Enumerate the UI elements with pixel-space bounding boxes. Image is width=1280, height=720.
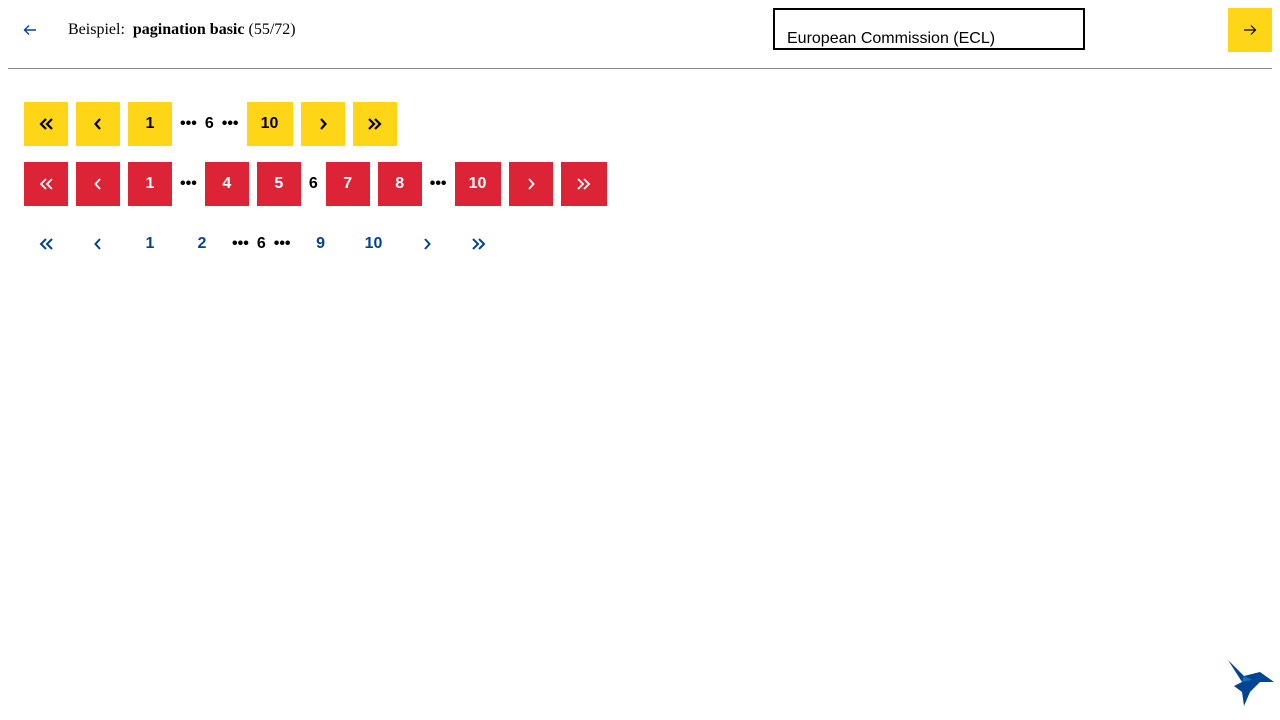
back-button[interactable]: [16, 16, 44, 44]
top-bar: Beispiel: pagination basic (55/72) Europ…: [0, 0, 1280, 60]
chevron-left-icon: [94, 238, 101, 250]
hummingbird-logo-icon: [1228, 660, 1274, 706]
page-button[interactable]: 10: [246, 102, 293, 146]
page-button[interactable]: 5: [256, 162, 301, 206]
next-page-button[interactable]: [405, 222, 449, 266]
double-chevron-right-icon: [367, 118, 382, 130]
arrow-right-icon: [1244, 25, 1257, 35]
current-page: 6: [308, 175, 318, 192]
double-chevron-right-icon: [471, 238, 485, 250]
select-value: European Commission (ECL): [787, 30, 996, 47]
chevron-right-icon: [423, 238, 431, 250]
chevron-right-icon: [319, 118, 327, 130]
page-button[interactable]: 4: [204, 162, 249, 206]
title-count: (55/72): [248, 21, 296, 38]
page-button[interactable]: 7: [325, 162, 370, 206]
double-chevron-left-icon: [39, 238, 53, 250]
first-page-button[interactable]: [24, 102, 68, 146]
first-page-button[interactable]: [24, 162, 68, 206]
chevron-left-icon: [94, 118, 101, 130]
page-button[interactable]: 10: [351, 222, 397, 266]
prev-page-button[interactable]: [76, 162, 120, 206]
ellipsis: •••: [273, 235, 291, 252]
page-button[interactable]: 2: [180, 222, 224, 266]
ellipsis: •••: [180, 175, 197, 192]
page-title: Beispiel: pagination basic (55/72): [68, 20, 296, 40]
example-select[interactable]: European Commission (ECL): [773, 8, 1085, 50]
prev-page-button[interactable]: [76, 102, 120, 146]
double-chevron-left-icon: [39, 118, 53, 130]
pagination-plain: 1 2 ••• 6 ••• 9 10: [24, 222, 509, 266]
current-page: 6: [256, 235, 266, 252]
arrow-left-icon: [23, 25, 36, 35]
last-page-button[interactable]: [352, 102, 397, 146]
title-name: pagination basic: [132, 21, 245, 38]
page-button[interactable]: 1: [128, 162, 172, 206]
page-button[interactable]: 8: [377, 162, 422, 206]
page-button[interactable]: 10: [454, 162, 501, 206]
next-example-button[interactable]: [1228, 8, 1272, 52]
chevron-right-icon: [527, 178, 535, 190]
prev-page-button[interactable]: [76, 222, 120, 266]
chevron-left-icon: [94, 178, 101, 190]
last-page-button[interactable]: [457, 222, 501, 266]
double-chevron-right-icon: [576, 178, 590, 190]
pagination-yellow: 1 ••• 6 ••• 10: [24, 102, 405, 146]
ellipsis: •••: [429, 175, 447, 192]
last-page-button[interactable]: [560, 162, 607, 206]
ellipsis: •••: [232, 235, 249, 252]
ellipsis: •••: [221, 115, 239, 132]
title-prefix: Beispiel:: [68, 21, 125, 38]
pagination-red: 1 ••• 4 5 6 7 8 ••• 10: [24, 162, 615, 206]
first-page-button[interactable]: [24, 222, 68, 266]
current-page: 6: [204, 115, 214, 132]
page-button[interactable]: 1: [128, 222, 172, 266]
next-page-button[interactable]: [508, 162, 553, 206]
header-divider: [8, 68, 1272, 69]
ellipsis: •••: [180, 115, 197, 132]
page-button[interactable]: 9: [299, 222, 343, 266]
next-page-button[interactable]: [300, 102, 345, 146]
page-button[interactable]: 1: [128, 102, 172, 146]
double-chevron-left-icon: [39, 178, 53, 190]
